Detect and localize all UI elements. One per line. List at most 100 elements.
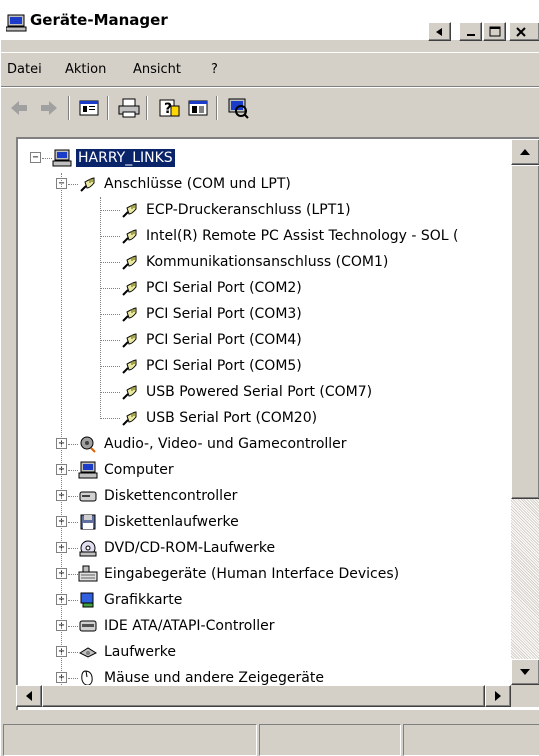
menu-datei[interactable]: Datei [7, 62, 42, 77]
tree-item-label: ECP-Druckeranschluss (LPT1) [146, 202, 351, 218]
tree-connector-line [68, 184, 78, 185]
tree-connector-line [100, 210, 120, 211]
tree-device-item[interactable]: PCI Serial Port (COM5) [120, 353, 304, 379]
tree-root[interactable]: HARRY_LINKS [52, 145, 176, 171]
tree-device-item[interactable]: USB Serial Port (COM20) [120, 405, 319, 431]
scroll-right-button[interactable] [485, 685, 511, 707]
tree-connector-line [100, 340, 120, 341]
computer-monitor-icon [5, 14, 28, 32]
tree-item-label: PCI Serial Port (COM4) [146, 332, 302, 348]
tree-category-item[interactable]: Eingabegeräte (Human Interface Devices) [78, 561, 401, 587]
tree-item-label: Audio-, Video- und Gamecontroller [104, 436, 347, 452]
toolbar-separator [107, 96, 109, 120]
tree-category-item[interactable]: Laufwerke [78, 639, 178, 665]
horizontal-scroll-thumb[interactable] [42, 685, 485, 707]
scroll-down-button[interactable] [511, 659, 539, 685]
tree-connector-line [61, 173, 62, 693]
tree-connector-line [100, 392, 120, 393]
tree-item-label: Anschlüsse (COM und LPT) [104, 176, 291, 192]
computer-icon [78, 460, 98, 480]
tree-connector-line [100, 236, 120, 237]
toolbar-separator [68, 96, 70, 120]
port-connector-icon [120, 278, 140, 298]
tree-item-label: PCI Serial Port (COM5) [146, 358, 302, 374]
tree-category-item[interactable]: IDE ATA/ATAPI-Controller [78, 613, 276, 639]
restore-button[interactable] [428, 22, 451, 41]
port-connector-icon [120, 330, 140, 350]
console-view-icon[interactable] [186, 96, 210, 120]
tree-connector-line [100, 197, 101, 419]
port-connector-icon [120, 408, 140, 428]
device-tree[interactable]: HARRY_LINKS − Anschlüsse (COM und LPT) − ECP… [16, 137, 539, 710]
tree-item-label: Diskettenlaufwerke [104, 514, 239, 530]
scroll-left-button[interactable] [16, 685, 42, 707]
status-panel-3 [403, 724, 539, 756]
tree-category-item[interactable]: Audio-, Video- und Gamecontroller [78, 431, 349, 457]
tree-item-label: Intel(R) Remote PC Assist Technology - S… [146, 228, 459, 244]
menu-help[interactable]: ? [211, 62, 218, 77]
back-arrow-icon[interactable] [7, 96, 31, 120]
port-connector-icon [120, 382, 140, 402]
display-adapter-icon [78, 590, 98, 610]
window-title: Geräte-Manager [30, 11, 168, 29]
forward-arrow-icon[interactable] [37, 96, 61, 120]
tree-connector-line [68, 444, 78, 445]
tree-connector-line [68, 522, 78, 523]
tree-device-item[interactable]: USB Powered Serial Port (COM7) [120, 379, 374, 405]
collapse-toggle-icon[interactable]: − [30, 152, 41, 163]
scroll-thumb[interactable] [511, 165, 539, 499]
tree-connector-line [100, 262, 120, 263]
computer-icon [52, 148, 72, 168]
tree-category-item[interactable]: Diskettenlaufwerke [78, 509, 241, 535]
port-connector-icon [78, 174, 98, 194]
port-connector-icon [120, 304, 140, 324]
tree-connector-line [42, 158, 52, 159]
floppy-drive-icon [78, 512, 98, 532]
toolbar: ? [1, 86, 539, 130]
tree-item-label: Computer [104, 462, 174, 478]
tree-category-item[interactable]: Computer [78, 457, 176, 483]
tree-device-item[interactable]: Intel(R) Remote PC Assist Technology - S… [120, 223, 461, 249]
tree-category-item[interactable]: Anschlüsse (COM und LPT) [78, 171, 293, 197]
port-connector-icon [120, 200, 140, 220]
vertical-scrollbar[interactable] [511, 139, 539, 685]
menu-ansicht[interactable]: Ansicht [133, 62, 181, 77]
menu-aktion[interactable]: Aktion [65, 62, 106, 77]
tree-device-item[interactable]: ECP-Druckeranschluss (LPT1) [120, 197, 353, 223]
scroll-up-button[interactable] [511, 139, 539, 165]
tree-item-label: Kommunikationsanschluss (COM1) [146, 254, 389, 270]
tree-device-item[interactable]: PCI Serial Port (COM3) [120, 301, 304, 327]
tree-connector-line [100, 418, 120, 419]
toolbar-separator [146, 96, 148, 120]
print-icon[interactable] [117, 96, 141, 120]
tree-category-item[interactable]: Grafikkarte [78, 587, 184, 613]
maximize-button[interactable] [483, 22, 506, 41]
close-button[interactable] [509, 22, 539, 41]
ide-controller-icon [78, 616, 98, 636]
horizontal-scrollbar[interactable] [16, 685, 511, 707]
tree-connector-line [68, 678, 78, 679]
tree-item-label: Grafikkarte [104, 592, 183, 608]
tree-category-item[interactable]: DVD/CD-ROM-Laufwerke [78, 535, 277, 561]
port-connector-icon [120, 226, 140, 246]
tree-device-item[interactable]: PCI Serial Port (COM4) [120, 327, 304, 353]
tree-category-item[interactable]: Diskettencontroller [78, 483, 239, 509]
port-connector-icon [120, 252, 140, 272]
tree-device-item[interactable]: Kommunikationsanschluss (COM1) [120, 249, 390, 275]
help-icon[interactable]: ? [157, 96, 181, 120]
tree-connector-line [100, 314, 120, 315]
tree-device-item[interactable]: PCI Serial Port (COM2) [120, 275, 304, 301]
tree-item-label: DVD/CD-ROM-Laufwerke [104, 540, 276, 556]
tree-connector-line [68, 548, 78, 549]
title-bar[interactable]: Geräte-Manager [1, 0, 539, 41]
scroll-corner [511, 685, 539, 707]
properties-view-icon[interactable] [77, 96, 101, 120]
scan-hardware-icon[interactable] [226, 96, 250, 120]
tree-connector-line [100, 288, 120, 289]
status-panel-2 [259, 724, 401, 756]
tree-connector-line [68, 574, 78, 575]
tree-connector-line [68, 470, 78, 471]
tree-connector-line [68, 626, 78, 627]
minimize-button[interactable] [459, 22, 482, 41]
tree-connector-line [68, 600, 78, 601]
